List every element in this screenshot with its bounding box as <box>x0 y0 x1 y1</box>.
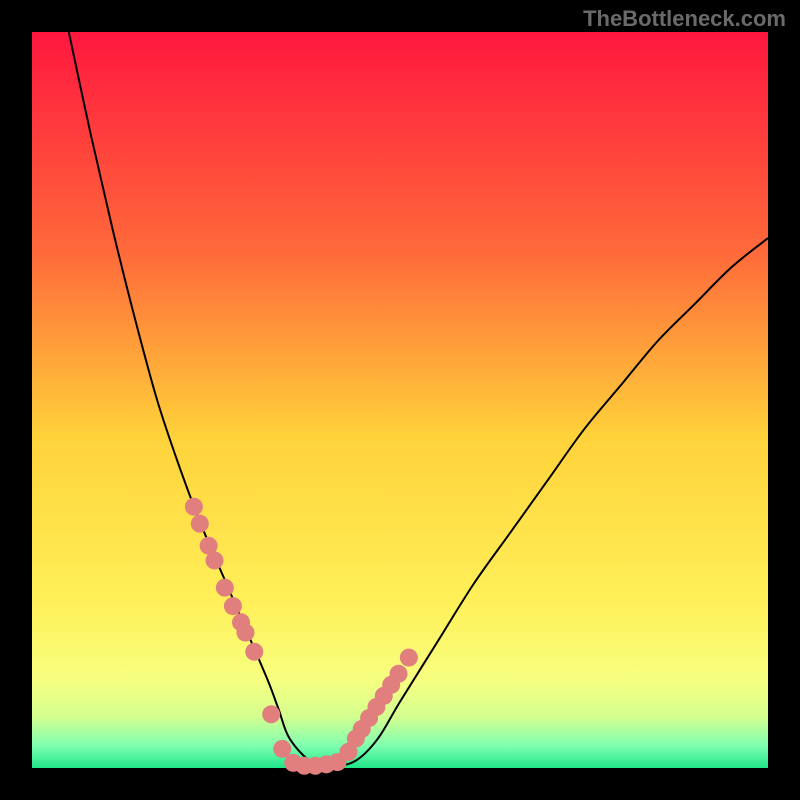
data-point <box>400 649 418 667</box>
data-point <box>185 498 203 516</box>
data-point <box>390 665 408 683</box>
data-point <box>236 624 254 642</box>
data-point <box>262 705 280 723</box>
watermark-text: TheBottleneck.com <box>583 6 786 32</box>
data-point <box>273 740 291 758</box>
data-point <box>191 515 209 533</box>
data-point <box>206 551 224 569</box>
data-point <box>245 643 263 661</box>
data-point <box>224 597 242 615</box>
chart-frame: TheBottleneck.com <box>0 0 800 800</box>
bottleneck-chart <box>0 0 800 800</box>
data-point <box>216 579 234 597</box>
